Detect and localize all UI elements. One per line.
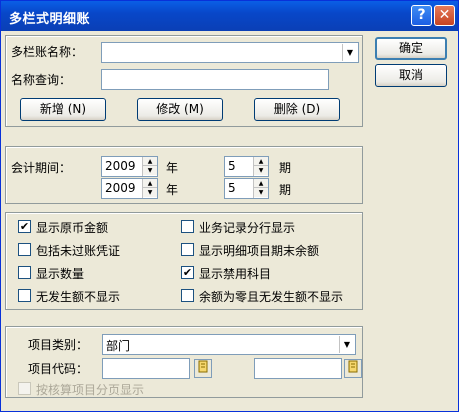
account-panel: 多栏账名称： ▼ 名称查询： 新增 (N) 修改 (M) 删除 (D) [5,35,363,127]
start-period-spin-buttons: ▲ ▼ [253,157,268,176]
spin-down-icon[interactable]: ▼ [143,188,157,197]
lookup-book-icon [197,360,209,376]
period-panel: 会计期间： 2009 ▲ ▼ 年 5 ▲ ▼ 期 2009 ▲ ▼ 年 5 ▲ … [5,146,363,204]
options-panel: ✔ 显示原币金额 业务记录分行显示 包括未过账凭证 显示明细项目期末余额 显示数… [5,212,363,310]
spin-down-icon[interactable]: ▼ [254,166,268,175]
project-category-label: 项目类别： [28,338,89,352]
end-period-spin-buttons: ▲ ▼ [253,179,268,198]
name-query-label: 名称查询： [11,73,72,87]
help-button[interactable]: ? [411,5,432,26]
help-icon: ? [417,7,426,23]
start-year-value: 2009 [105,159,136,173]
start-year-spinner[interactable]: 2009 ▲ ▼ [101,156,158,177]
ok-button[interactable]: 确定 [375,37,447,60]
project-panel: 项目类别： 部门 ▼ 项目代码： 按核算项目分页显示 [5,326,363,398]
end-year-value: 2009 [105,181,136,195]
paging-checkbox [18,382,31,395]
option-label: 显示明细项目期末余额 [199,244,320,258]
option-checkbox[interactable] [18,289,31,302]
end-year-spin-buttons: ▲ ▼ [142,179,157,198]
add-button[interactable]: 新增 (N) [20,98,106,121]
account-name-label: 多栏账名称： [11,45,84,59]
end-year-spinner[interactable]: 2009 ▲ ▼ [101,178,158,199]
start-period-value: 5 [228,159,236,173]
option-checkbox[interactable]: ✔ [181,266,194,279]
project-category-dropdown[interactable]: 部门 ▼ [102,334,356,355]
spin-up-icon[interactable]: ▲ [254,157,268,166]
option-label: 包括未过账凭证 [36,244,121,258]
option-label: 显示原币金额 [36,221,109,235]
close-icon: ✕ [438,7,451,23]
modify-button[interactable]: 修改 (M) [137,98,223,121]
option-label: 余额为零且无发生额不显示 [199,290,344,304]
option-label: 显示数量 [36,267,85,281]
option-checkbox[interactable] [18,243,31,256]
project-code-to-input[interactable] [254,358,342,379]
spin-up-icon[interactable]: ▲ [143,157,157,166]
option-label: 无发生额不显示 [36,290,121,304]
delete-button[interactable]: 删除 (D) [254,98,340,121]
dialog-window: 多栏式明细账 ? ✕ 确定 取消 多栏账名称： ▼ 名称查询： 新增 (N) 修… [0,0,459,412]
start-year-spin-buttons: ▲ ▼ [142,157,157,176]
end-year-unit: 年 [166,183,179,197]
end-period-spinner[interactable]: 5 ▲ ▼ [224,178,269,199]
option-checkbox[interactable] [18,266,31,279]
spin-up-icon[interactable]: ▲ [143,179,157,188]
title-bar[interactable]: 多栏式明细账 ? ✕ [1,1,458,31]
option-checkbox[interactable]: ✔ [18,220,31,233]
lookup-book-icon [347,360,359,376]
close-button[interactable]: ✕ [434,5,455,26]
spin-down-icon[interactable]: ▼ [143,166,157,175]
period-label: 会计期间： [11,161,72,175]
start-period-unit: 期 [279,161,292,175]
chevron-down-icon[interactable]: ▼ [342,44,357,61]
name-query-input[interactable] [101,69,329,90]
project-category-value: 部门 [106,339,131,353]
window-title: 多栏式明细账 [9,12,91,27]
option-checkbox[interactable] [181,220,194,233]
project-code-from-lookup-button[interactable] [194,359,212,378]
account-name-dropdown[interactable]: ▼ [101,42,359,63]
option-label: 显示禁用科目 [199,267,272,281]
chevron-down-icon[interactable]: ▼ [339,336,354,353]
project-code-label: 项目代码： [28,362,89,376]
end-period-unit: 期 [279,183,292,197]
end-period-value: 5 [228,181,236,195]
cancel-button[interactable]: 取消 [375,64,447,87]
spin-up-icon[interactable]: ▲ [254,179,268,188]
paging-label: 按核算项目分页显示 [36,383,145,397]
option-label: 业务记录分行显示 [199,221,296,235]
start-year-unit: 年 [166,161,179,175]
start-period-spinner[interactable]: 5 ▲ ▼ [224,156,269,177]
project-code-to-lookup-button[interactable] [344,359,362,378]
option-checkbox[interactable] [181,243,194,256]
spin-down-icon[interactable]: ▼ [254,188,268,197]
project-code-from-input[interactable] [102,358,190,379]
option-checkbox[interactable] [181,289,194,302]
